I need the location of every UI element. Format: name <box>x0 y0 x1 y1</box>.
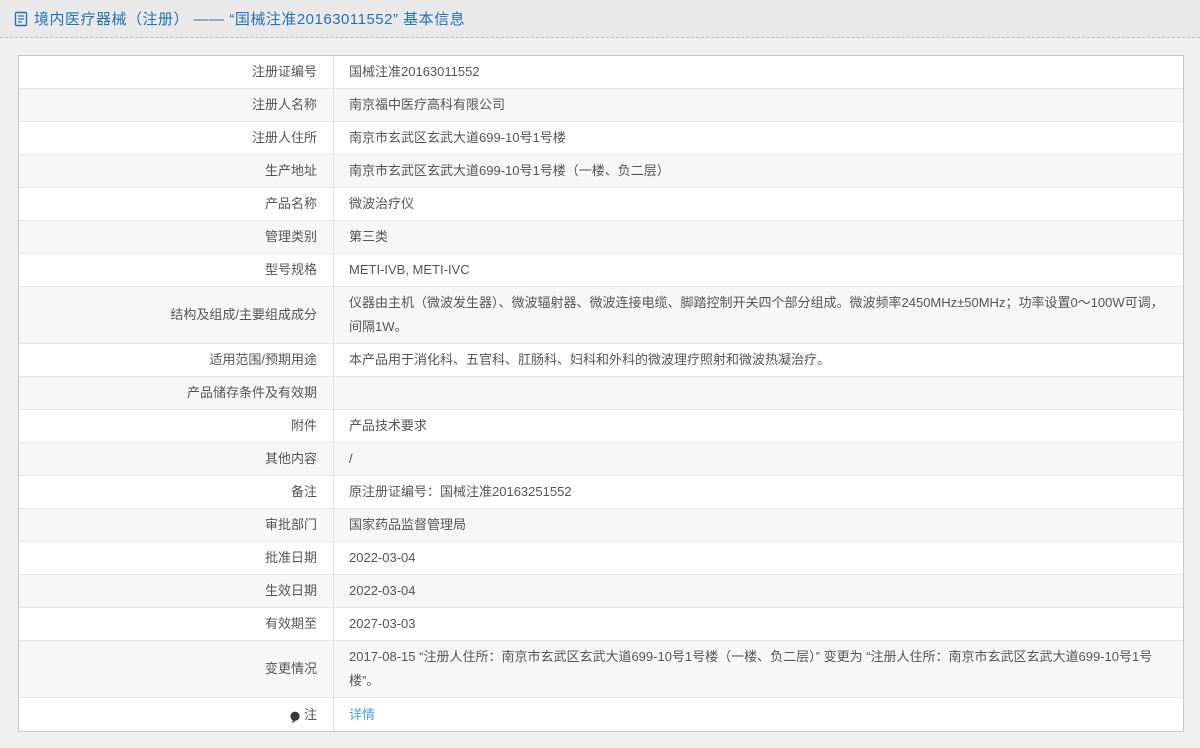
row-value <box>334 377 1183 409</box>
row-value-text: 2022-03-04 <box>349 579 416 603</box>
row-value: 国家药品监督管理局 <box>334 509 1183 541</box>
table-row: 注册证编号 国械注准20163011552 <box>19 56 1183 89</box>
row-value-text: 2027-03-03 <box>349 612 416 636</box>
row-label: 有效期至 <box>19 608 334 640</box>
row-label-text: 注 <box>304 703 317 727</box>
table-row: 管理类别 第三类 <box>19 221 1183 254</box>
row-value-text: 2017-08-15 “注册人住所：南京市玄武区玄武大道699-10号1号楼（一… <box>349 645 1165 693</box>
row-value-text: 南京市玄武区玄武大道699-10号1号楼 <box>349 126 566 150</box>
table-row: 注册人住所 南京市玄武区玄武大道699-10号1号楼 <box>19 122 1183 155</box>
table-row: 其他内容 / <box>19 443 1183 476</box>
row-label-text: 备注 <box>291 480 317 504</box>
row-value: 南京市玄武区玄武大道699-10号1号楼（一楼、负二层） <box>334 155 1183 187</box>
table-row: 生效日期 2022-03-04 <box>19 575 1183 608</box>
row-label: 备注 <box>19 476 334 508</box>
row-value-text: / <box>349 447 353 471</box>
row-label-text: 其他内容 <box>265 447 317 471</box>
row-label: 变更情况 <box>19 641 334 697</box>
page-title: 境内医疗器械（注册） —— “国械注准20163011552” 基本信息 <box>34 8 465 29</box>
row-label: 型号规格 <box>19 254 334 286</box>
row-label-text: 注册人住所 <box>252 126 317 150</box>
info-table: 注册证编号 国械注准20163011552 注册人名称 南京福中医疗高科有限公司 <box>18 55 1184 732</box>
row-label: 注册证编号 <box>19 56 334 88</box>
row-label: 批准日期 <box>19 542 334 574</box>
row-label: 附件 <box>19 410 334 442</box>
row-label-text: 变更情况 <box>265 657 317 681</box>
row-value: METI-IVB, METI-IVC <box>334 254 1183 286</box>
row-value-text: 2022-03-04 <box>349 546 416 570</box>
row-value: 国械注准20163011552 <box>334 56 1183 88</box>
row-label-text: 注册证编号 <box>252 60 317 84</box>
row-label-text: 型号规格 <box>265 258 317 282</box>
row-value-text: 国家药品监督管理局 <box>349 513 466 537</box>
row-label: 其他内容 <box>19 443 334 475</box>
row-label: 适用范围/预期用途 <box>19 344 334 376</box>
row-value-text: 产品技术要求 <box>349 414 427 438</box>
row-value: 第三类 <box>334 221 1183 253</box>
row-value-text: 国械注准20163011552 <box>349 60 480 84</box>
row-label-text: 批准日期 <box>265 546 317 570</box>
row-label: 管理类别 <box>19 221 334 253</box>
row-label: 注 <box>19 698 334 731</box>
table-row: 批准日期 2022-03-04 <box>19 542 1183 575</box>
row-value: 2027-03-03 <box>334 608 1183 640</box>
table-row: 生产地址 南京市玄武区玄武大道699-10号1号楼（一楼、负二层） <box>19 155 1183 188</box>
table-row: 有效期至 2027-03-03 <box>19 608 1183 641</box>
row-label-text: 生产地址 <box>265 159 317 183</box>
row-value: 2022-03-04 <box>334 542 1183 574</box>
row-value-text: 微波治疗仪 <box>349 192 414 216</box>
table-row: 注 详情 <box>19 698 1183 731</box>
row-label-text: 适用范围/预期用途 <box>209 348 317 372</box>
row-value: 2017-08-15 “注册人住所：南京市玄武区玄武大道699-10号1号楼（一… <box>334 641 1183 697</box>
row-value-text: 南京市玄武区玄武大道699-10号1号楼（一楼、负二层） <box>349 159 670 183</box>
row-value: 原注册证编号：国械注准20163251552 <box>334 476 1183 508</box>
page-header: 境内医疗器械（注册） —— “国械注准20163011552” 基本信息 <box>0 0 1200 38</box>
row-value-text: 第三类 <box>349 225 388 249</box>
table-row: 注册人名称 南京福中医疗高科有限公司 <box>19 89 1183 122</box>
row-value-text: 仪器由主机（微波发生器）、微波辐射器、微波连接电缆、脚踏控制开关四个部分组成。微… <box>349 291 1165 339</box>
table-row: 产品名称 微波治疗仪 <box>19 188 1183 221</box>
row-value: 微波治疗仪 <box>334 188 1183 220</box>
row-label-text: 结构及组成/主要组成成分 <box>170 303 317 327</box>
row-label-text: 产品储存条件及有效期 <box>187 381 317 405</box>
table-row: 审批部门 国家药品监督管理局 <box>19 509 1183 542</box>
note-icon <box>289 708 301 721</box>
row-label-text: 审批部门 <box>265 513 317 537</box>
row-label-text: 产品名称 <box>265 192 317 216</box>
table-row: 产品储存条件及有效期 <box>19 377 1183 410</box>
row-label: 产品名称 <box>19 188 334 220</box>
table-row: 型号规格 METI-IVB, METI-IVC <box>19 254 1183 287</box>
row-label-text: 生效日期 <box>265 579 317 603</box>
row-value: 详情 <box>334 698 1183 731</box>
table-row: 适用范围/预期用途 本产品用于消化科、五官科、肛肠科、妇科和外科的微波理疗照射和… <box>19 344 1183 377</box>
row-value: 产品技术要求 <box>334 410 1183 442</box>
row-label: 注册人名称 <box>19 89 334 121</box>
row-label: 注册人住所 <box>19 122 334 154</box>
row-label: 产品储存条件及有效期 <box>19 377 334 409</box>
details-link[interactable]: 详情 <box>349 703 375 727</box>
table-row: 变更情况 2017-08-15 “注册人住所：南京市玄武区玄武大道699-10号… <box>19 641 1183 698</box>
document-icon <box>13 11 29 27</box>
row-value: 南京市玄武区玄武大道699-10号1号楼 <box>334 122 1183 154</box>
row-value-text: 原注册证编号：国械注准20163251552 <box>349 480 572 504</box>
row-value-text: 本产品用于消化科、五官科、肛肠科、妇科和外科的微波理疗照射和微波热凝治疗。 <box>349 348 830 372</box>
row-label: 生效日期 <box>19 575 334 607</box>
row-value: 2022-03-04 <box>334 575 1183 607</box>
row-value: 仪器由主机（微波发生器）、微波辐射器、微波连接电缆、脚踏控制开关四个部分组成。微… <box>334 287 1183 343</box>
row-label-text: 有效期至 <box>265 612 317 636</box>
row-value-text: METI-IVB, METI-IVC <box>349 258 470 282</box>
row-label-text: 附件 <box>291 414 317 438</box>
table-row: 附件 产品技术要求 <box>19 410 1183 443</box>
row-value-text: 南京福中医疗高科有限公司 <box>349 93 505 117</box>
row-label-text: 注册人名称 <box>252 93 317 117</box>
row-label: 结构及组成/主要组成成分 <box>19 287 334 343</box>
row-value: / <box>334 443 1183 475</box>
row-label: 审批部门 <box>19 509 334 541</box>
row-label-text: 管理类别 <box>265 225 317 249</box>
row-label: 生产地址 <box>19 155 334 187</box>
row-value: 南京福中医疗高科有限公司 <box>334 89 1183 121</box>
table-row: 结构及组成/主要组成成分 仪器由主机（微波发生器）、微波辐射器、微波连接电缆、脚… <box>19 287 1183 344</box>
row-value: 本产品用于消化科、五官科、肛肠科、妇科和外科的微波理疗照射和微波热凝治疗。 <box>334 344 1183 376</box>
table-row: 备注 原注册证编号：国械注准20163251552 <box>19 476 1183 509</box>
